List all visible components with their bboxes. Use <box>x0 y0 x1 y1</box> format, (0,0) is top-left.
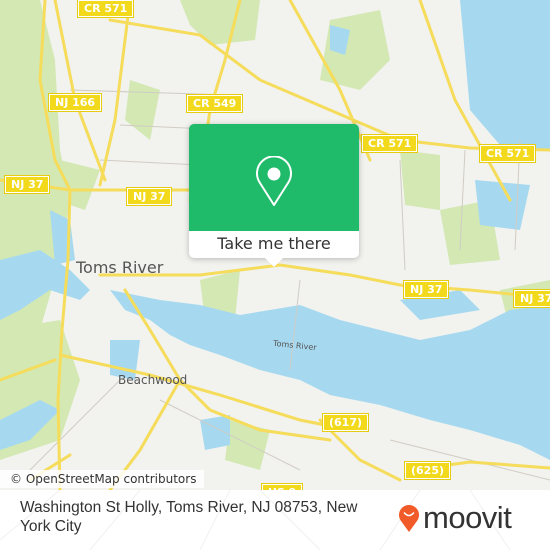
road-shield-cr571: CR 571 <box>76 0 135 18</box>
road-shield-nj37: NJ 37 <box>125 187 173 206</box>
take-me-there-button[interactable]: Take me there <box>189 234 359 253</box>
map-attribution[interactable]: © OpenStreetMap contributors <box>0 470 205 488</box>
road-shield-617: (617) <box>321 413 370 432</box>
road-shield-nj37: NJ 37 <box>3 175 51 194</box>
place-label-toms-river: Toms River <box>76 258 164 277</box>
map-widget: CR 571 NJ 166 CR 549 CR 571 CR 571 NJ 37… <box>0 0 550 550</box>
road-shield-nj166: NJ 166 <box>47 93 103 112</box>
moovit-wordmark: moovit <box>423 500 512 535</box>
road-shield-nj37: NJ 37 <box>512 289 550 308</box>
road-shield-cr571: CR 571 <box>360 134 419 153</box>
road-shield-625: (625) <box>403 461 452 480</box>
footer: Washington St Holly, Toms River, NJ 0875… <box>0 490 550 550</box>
road-shield-cr571: CR 571 <box>478 144 537 163</box>
popup-header <box>189 124 359 231</box>
place-label-beachwood: Beachwood <box>118 373 188 387</box>
road-shield-nj37: NJ 37 <box>402 280 450 299</box>
destination-popup[interactable]: Take me there <box>189 124 359 267</box>
road-shield-cr549: CR 549 <box>185 94 244 113</box>
moovit-pin-smile-icon <box>399 505 419 532</box>
moovit-logo[interactable]: moovit <box>398 500 512 535</box>
map-canvas[interactable]: CR 571 NJ 166 CR 549 CR 571 CR 571 NJ 37… <box>0 0 550 490</box>
address-text: Washington St Holly, Toms River, NJ 0875… <box>20 499 358 535</box>
popup-tail <box>265 258 283 267</box>
map-pin-icon <box>256 156 292 206</box>
